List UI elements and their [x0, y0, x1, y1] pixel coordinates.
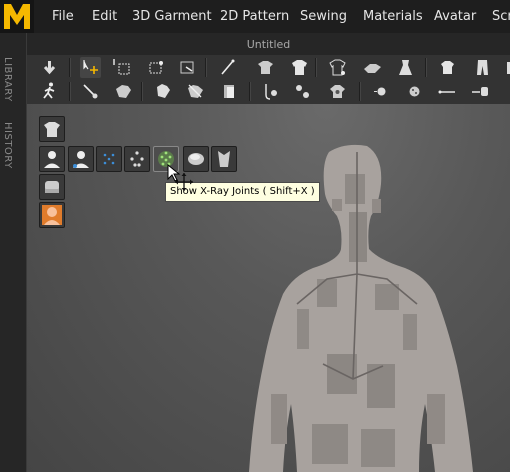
zipper-line-icon[interactable]: [437, 81, 458, 102]
transform-move-icon[interactable]: [80, 57, 101, 78]
tack-tool-icon[interactable]: [153, 81, 174, 102]
mouse-pointer-icon: [167, 164, 181, 182]
buttonhole-tool-icon[interactable]: [292, 81, 313, 102]
select-button-icon[interactable]: [327, 81, 348, 102]
document-title: Untitled: [246, 38, 291, 51]
menu-script[interactable]: Scr: [492, 9, 510, 24]
pants-tool-icon[interactable]: [472, 57, 493, 78]
extra-tool-icon[interactable]: [504, 57, 510, 78]
avatar-pose-icon[interactable]: [211, 146, 237, 172]
download-arrow-icon[interactable]: [39, 57, 60, 78]
show-garment-icon[interactable]: [39, 116, 65, 142]
needle-tool-icon[interactable]: [217, 57, 238, 78]
menu-file[interactable]: File: [52, 9, 74, 24]
fold-arrangement-icon[interactable]: [177, 57, 198, 78]
menu-edit[interactable]: Edit: [92, 9, 117, 24]
show-avatar-icon[interactable]: [39, 146, 65, 172]
strap-tool-icon[interactable]: [185, 81, 206, 102]
select-rect-icon[interactable]: [111, 57, 132, 78]
arrangement-points-icon[interactable]: [96, 146, 122, 172]
fold-garment-icon[interactable]: [113, 81, 134, 102]
flat-garment-icon[interactable]: [362, 57, 383, 78]
logo-m-icon: [4, 4, 30, 29]
button-tool-icon[interactable]: [261, 81, 282, 102]
document-title-bar: Untitled: [27, 33, 510, 55]
avatar-head-icon[interactable]: [39, 202, 65, 228]
pin-tool-icon[interactable]: [80, 81, 101, 102]
menu-2d-pattern[interactable]: 2D Pattern: [220, 9, 289, 24]
history-tab[interactable]: HISTORY: [2, 122, 13, 169]
edit-points-icon[interactable]: [145, 57, 166, 78]
trace-pattern-icon[interactable]: [327, 57, 348, 78]
library-tab[interactable]: LIBRARY: [2, 57, 13, 102]
3d-viewport[interactable]: Show X-Ray Joints ( Shift+X ): [27, 104, 510, 472]
toolbar-row-1: [27, 55, 510, 80]
zipper-tool-icon[interactable]: [470, 81, 491, 102]
avatar-skin-icon[interactable]: [68, 146, 94, 172]
avatar-joints-icon[interactable]: [124, 146, 150, 172]
garment-fit-icon[interactable]: [255, 57, 276, 78]
dress-tool-icon[interactable]: [395, 57, 416, 78]
menu-materials[interactable]: Materials: [363, 9, 423, 24]
buttonhole-dots-icon[interactable]: [404, 81, 425, 102]
avatar-profile-icon[interactable]: [183, 146, 209, 172]
button-dot-icon[interactable]: [371, 81, 392, 102]
app-logo[interactable]: [0, 0, 34, 33]
menu-3d-garment[interactable]: 3D Garment: [132, 9, 212, 24]
menu-avatar[interactable]: Avatar: [434, 9, 476, 24]
side-panel: LIBRARY HISTORY: [0, 33, 27, 472]
shirt-hanger-icon[interactable]: [437, 57, 458, 78]
menu-bar: File Edit 3D Garment 2D Pattern Sewing M…: [0, 0, 510, 33]
walking-avatar-icon[interactable]: [39, 81, 60, 102]
fabric-icon[interactable]: [39, 174, 65, 200]
toolbar-row-2: [27, 79, 510, 104]
garment-layer-icon[interactable]: [219, 81, 240, 102]
menu-sewing[interactable]: Sewing: [300, 9, 347, 24]
tshirt-tool-icon[interactable]: [289, 57, 310, 78]
